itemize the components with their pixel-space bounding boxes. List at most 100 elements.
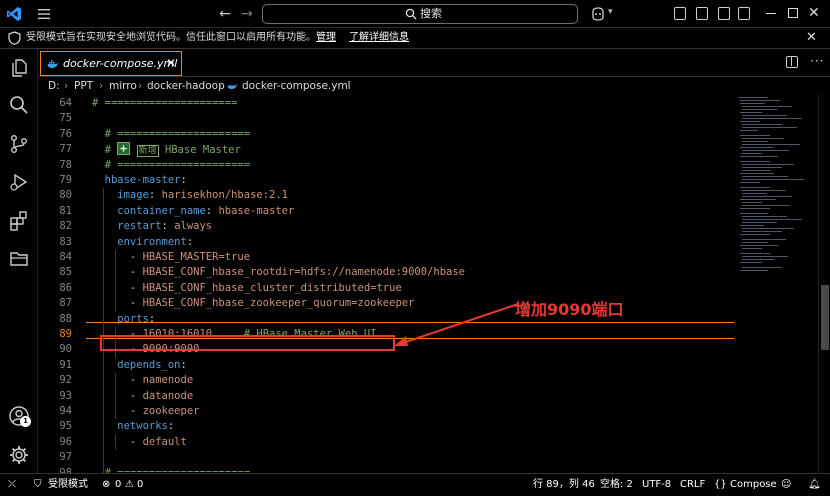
code-token: -	[92, 297, 143, 310]
breadcrumb-separator: ›	[138, 80, 143, 92]
code-token: -	[92, 251, 143, 263]
gear-icon[interactable]	[8, 444, 30, 466]
code-token: depends_on	[92, 358, 181, 371]
code-token: default	[142, 435, 187, 448]
line-number: 87	[59, 297, 72, 310]
line-number: 81	[59, 204, 72, 217]
close-icon[interactable]: ✕	[806, 29, 817, 47]
close-icon[interactable]: ✕	[166, 55, 176, 71]
annotation-highlight-box	[100, 335, 395, 351]
indentation[interactable]: 空格: 2	[600, 474, 633, 496]
more-actions-icon[interactable]: ···	[810, 53, 824, 69]
restricted-mode-status[interactable]: 受限模式	[48, 474, 88, 496]
code-token: HBASE_MASTER=true	[142, 251, 251, 263]
code-token: HBASE_CONF_hbase_cluster_distributed=tru…	[142, 281, 402, 294]
warning-count[interactable]: 0	[137, 474, 143, 496]
code-token: -	[92, 389, 143, 402]
restricted-mode-banner: 受限模式旨在实现安全地浏览代码。信任此窗口以启用所有功能。 管理 了解详细信息 …	[0, 28, 830, 49]
split-editor-icon[interactable]	[786, 56, 798, 68]
close-window-icon[interactable]: ✕	[808, 4, 820, 22]
scrollbar-thumb[interactable]	[821, 285, 829, 350]
menu-icon[interactable]	[36, 6, 52, 22]
line-number: 89	[59, 328, 72, 340]
copilot-icon[interactable]	[590, 6, 606, 22]
code-token: restart	[92, 220, 162, 233]
forward-arrow-icon[interactable]: →	[238, 5, 256, 23]
breadcrumb-item[interactable]: PPT	[74, 77, 93, 95]
line-number: 80	[59, 189, 72, 202]
maximize-icon[interactable]	[788, 8, 798, 18]
code-token: image	[92, 189, 149, 202]
line-number: 64	[59, 97, 72, 109]
learn-more-link[interactable]: 了解详细信息	[349, 31, 409, 45]
error-count[interactable]: 0	[115, 474, 121, 496]
remote-icon[interactable]: ⤫	[8, 474, 16, 496]
source-control-icon[interactable]	[8, 133, 30, 155]
cursor-position[interactable]: 行 89，列 46	[533, 474, 595, 496]
line-number: 84	[59, 251, 72, 263]
manage-link[interactable]: 管理	[316, 31, 336, 45]
code-token: -	[92, 435, 143, 448]
code-token: zookeeper	[142, 405, 200, 417]
code-token: :	[186, 235, 194, 248]
customize-layout-icon[interactable]	[738, 7, 750, 20]
breadcrumb-item[interactable]: D:	[48, 77, 60, 95]
extensions-icon[interactable]	[8, 210, 30, 232]
back-arrow-icon[interactable]: ←	[216, 5, 234, 23]
code-line: hbase-master:	[92, 173, 187, 188]
toggle-secondary-sidebar-icon[interactable]	[718, 7, 730, 20]
minimize-icon[interactable]	[766, 13, 776, 14]
code-token: # =====================	[92, 97, 238, 109]
code-token: :	[167, 420, 175, 433]
breadcrumb-item[interactable]: docker-hadoop	[147, 77, 225, 95]
breadcrumb-separator: ›	[99, 80, 104, 92]
language-mode[interactable]: Compose	[730, 474, 777, 496]
line-number: 77	[59, 143, 72, 156]
minimap[interactable]	[736, 95, 816, 295]
annotation-label: 增加9090端口	[515, 300, 624, 319]
search-label: 搜索	[420, 7, 442, 20]
toggle-panel-icon[interactable]	[696, 7, 708, 20]
line-number: 91	[59, 358, 72, 371]
code-line: - default	[92, 435, 187, 450]
tab-docker-compose[interactable]: docker-compose.yml ✕	[40, 51, 182, 76]
explorer-icon[interactable]	[8, 57, 30, 79]
code-line: - namenode	[92, 373, 193, 388]
code-token: environment	[92, 235, 187, 248]
code-token: -	[92, 405, 143, 417]
search-icon	[405, 8, 417, 20]
line-number: 93	[59, 389, 72, 402]
code-token: :	[180, 174, 187, 186]
tab-label: docker-compose.yml	[63, 57, 178, 70]
code-token: HBase Master	[164, 144, 241, 157]
run-debug-icon[interactable]	[8, 171, 30, 193]
vertical-scrollbar[interactable]	[818, 95, 830, 473]
code-line: image: harisekhon/hbase:2.1	[92, 188, 288, 203]
code-token: hbase-master	[92, 174, 181, 186]
command-center-search[interactable]: 搜索	[262, 4, 578, 24]
line-number: 85	[59, 266, 72, 279]
breadcrumb-item[interactable]: mirro	[109, 77, 137, 95]
error-icon: ⊗	[102, 479, 111, 490]
code-line: depends_on:	[92, 358, 187, 373]
line-number: 82	[59, 220, 72, 233]
copilot-status-icon[interactable]: ☺	[781, 474, 791, 496]
shield-icon	[8, 31, 21, 45]
code-editor[interactable]: 64 # ===================== 75 76 # ========…	[38, 95, 736, 473]
notifications-icon[interactable]: 🔔︎	[808, 474, 821, 496]
encoding[interactable]: UTF-8	[642, 474, 671, 496]
chevron-down-icon[interactable]: ▾	[608, 7, 613, 17]
code-line: - HBASE_CONF_hbase_zookeeper_quorum=zook…	[92, 296, 414, 311]
code-line: - zookeeper	[92, 404, 200, 419]
breadcrumb-separator: ›	[218, 80, 223, 92]
line-number: 76	[59, 127, 72, 140]
search-icon[interactable]	[8, 94, 30, 116]
code-line: # =====================	[92, 96, 237, 111]
toggle-primary-sidebar-icon[interactable]	[674, 7, 686, 20]
remote-explorer-icon[interactable]	[8, 248, 30, 270]
code-line: - HBASE_MASTER=true	[92, 250, 250, 265]
line-endings[interactable]: CRLF	[680, 474, 705, 496]
line-number: 95	[59, 420, 72, 433]
code-token: -	[92, 374, 143, 387]
breadcrumb-item[interactable]: docker-compose.yml	[242, 77, 351, 95]
